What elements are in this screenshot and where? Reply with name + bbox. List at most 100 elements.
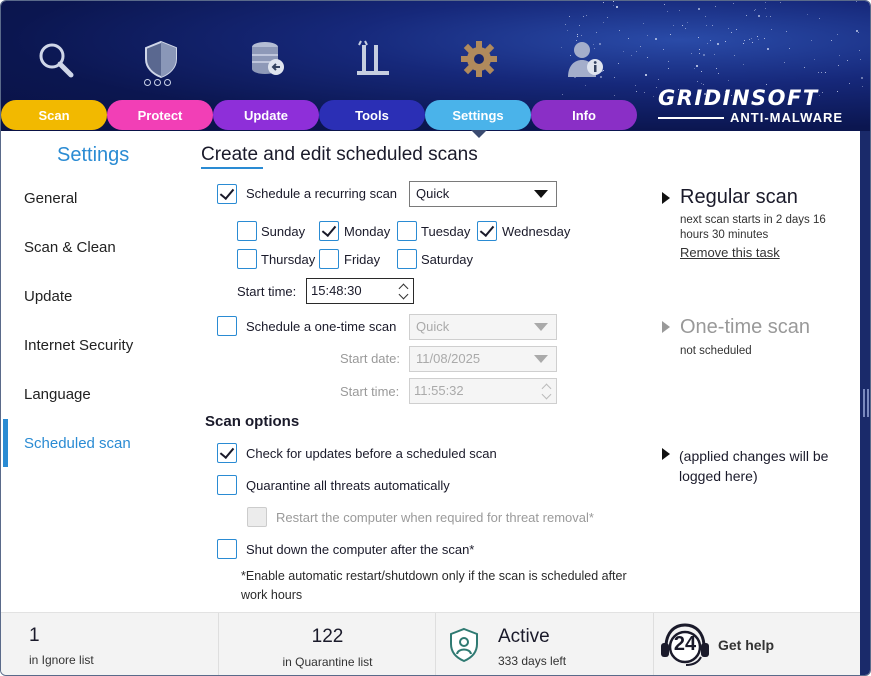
one-time-start-date-value: 11/08/2025	[416, 351, 481, 366]
check-updates-label: Check for updates before a scheduled sca…	[246, 446, 497, 461]
star-dot	[607, 16, 609, 18]
star-dot	[635, 91, 637, 93]
star-dot	[715, 67, 717, 69]
shield-user-icon	[448, 627, 480, 668]
chevron-down-icon	[534, 355, 548, 363]
tools-icon[interactable]	[351, 37, 395, 81]
star-dot	[623, 51, 625, 53]
sidebar-item-general[interactable]: General	[24, 190, 77, 207]
one-time-scan-type-select[interactable]: Quick	[409, 314, 557, 340]
quarantine-list-cell[interactable]: 122 in Quarantine list	[219, 613, 436, 675]
check-updates-checkbox[interactable]	[217, 443, 237, 463]
shutdown-label: Shut down the computer after the scan*	[246, 542, 475, 557]
star-dot	[717, 43, 720, 46]
day-checkbox-wednesday[interactable]	[477, 221, 497, 241]
logo-sub-text: ANTI-MALWARE	[730, 110, 844, 125]
star-dot	[733, 3, 735, 5]
sidebar-item-language[interactable]: Language	[24, 386, 91, 403]
ignore-list-cell[interactable]: 1 in Ignore list	[1, 613, 219, 675]
shield-icon[interactable]	[139, 37, 183, 81]
day-checkbox-thursday[interactable]	[237, 249, 257, 269]
star-dot	[743, 42, 745, 44]
sidebar-item-scan-clean[interactable]: Scan & Clean	[24, 239, 116, 256]
gear-icon[interactable]	[457, 37, 501, 81]
one-time-start-time-value: 11:55:32	[414, 383, 464, 398]
day-checkbox-friday[interactable]	[319, 249, 339, 269]
chevron-down-icon[interactable]	[541, 389, 552, 400]
star-dot	[666, 10, 668, 12]
day-checkbox-sunday[interactable]	[237, 221, 257, 241]
page-title: Create and edit scheduled scans	[201, 144, 478, 165]
star-dot	[758, 38, 760, 40]
star-dot	[718, 73, 720, 75]
scroll-grip[interactable]	[863, 389, 865, 417]
tab-scan[interactable]: Scan	[1, 100, 107, 130]
sidebar-item-scheduled-scan[interactable]: Scheduled scan	[24, 435, 131, 452]
star-dot	[731, 32, 733, 34]
license-status-cell[interactable]: Active 333 days left	[436, 613, 654, 675]
day-checkbox-monday[interactable]	[319, 221, 339, 241]
sidebar-item-update[interactable]: Update	[24, 288, 72, 305]
tab-tools[interactable]: Tools	[319, 100, 425, 130]
vertical-scrollbar[interactable]	[860, 131, 870, 675]
get-help-label: Get help	[718, 637, 775, 653]
star-dot	[748, 39, 750, 41]
star-dot	[714, 5, 716, 7]
shutdown-checkbox[interactable]	[217, 539, 237, 559]
star-dot	[861, 76, 864, 79]
star-dot	[709, 40, 711, 42]
tab-info[interactable]: Info	[531, 100, 637, 130]
star-dot	[837, 33, 839, 35]
ignore-list-label: in Ignore list	[29, 653, 94, 667]
regular-scan-next-info: next scan starts in 2 days 16 hours 30 m…	[680, 214, 826, 241]
restart-computer-checkbox[interactable]	[247, 507, 267, 527]
main-tab-bar: Scan Protect Update Tools Settings Info	[1, 100, 641, 130]
quarantine-auto-checkbox[interactable]	[217, 475, 237, 495]
star-dot	[752, 41, 754, 43]
star-dot	[686, 22, 688, 24]
star-dot	[735, 29, 737, 31]
recurring-start-time-label: Start time:	[237, 284, 297, 299]
user-info-icon[interactable]	[563, 37, 607, 81]
one-time-start-time-stepper[interactable]: 11:55:32	[409, 378, 557, 404]
chevron-down-icon[interactable]	[398, 289, 409, 300]
tab-settings[interactable]: Settings	[425, 100, 531, 130]
star-dot	[618, 29, 620, 31]
star-dot	[655, 87, 657, 89]
star-dot	[596, 32, 598, 34]
star-dot	[612, 1, 614, 3]
protection-status-dots	[144, 79, 171, 86]
tab-protect[interactable]: Protect	[107, 100, 213, 130]
star-dot	[565, 24, 567, 26]
active-tab-pointer	[471, 130, 487, 138]
day-checkbox-tuesday[interactable]	[397, 221, 417, 241]
one-time-scan-type-value: Quick	[416, 319, 450, 334]
one-time-scan-checkbox[interactable]	[217, 316, 237, 336]
star-dot	[702, 53, 705, 56]
star-dot	[613, 76, 615, 78]
day-label-saturday: Saturday	[421, 252, 474, 267]
recurring-scan-type-select[interactable]: Quick	[409, 181, 557, 207]
star-dot	[858, 31, 860, 33]
database-icon[interactable]	[245, 37, 289, 81]
star-dot	[618, 63, 620, 65]
star-dot	[697, 36, 699, 38]
get-help-cell[interactable]: 24 Get help	[654, 613, 860, 675]
applied-changes-log: (applied changes will be logged here)	[679, 448, 829, 484]
day-checkbox-saturday[interactable]	[397, 249, 417, 269]
remove-task-link[interactable]: Remove this task	[680, 245, 780, 260]
star-dot	[704, 15, 706, 17]
sidebar-item-internet-security[interactable]: Internet Security	[24, 337, 133, 354]
star-dot	[734, 54, 736, 56]
day-label-thursday: Thursday	[261, 252, 316, 267]
day-label-friday: Friday	[344, 252, 381, 267]
recurring-scan-checkbox[interactable]	[217, 184, 237, 204]
tab-update[interactable]: Update	[213, 100, 319, 130]
star-dot	[631, 54, 633, 56]
sidebar-active-indicator	[3, 419, 8, 467]
recurring-start-time-stepper[interactable]: 15:48:30	[306, 278, 414, 304]
one-time-start-date-picker[interactable]: 11/08/2025	[409, 346, 557, 372]
star-dot	[662, 49, 664, 51]
quarantine-count: 122	[311, 626, 344, 647]
search-icon[interactable]	[33, 37, 77, 81]
